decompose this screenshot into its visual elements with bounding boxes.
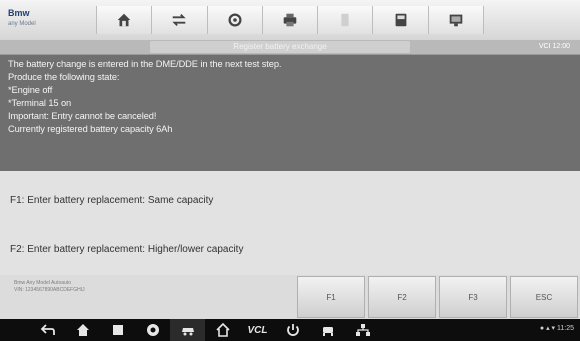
android-home-button[interactable]	[65, 319, 100, 341]
message-line: *Engine off	[8, 85, 53, 95]
f2-button[interactable]: F2	[368, 276, 436, 318]
options-list: F1: Enter battery replacement: Same capa…	[0, 171, 580, 275]
home-outline-icon	[215, 323, 230, 337]
settings-icon	[228, 13, 242, 27]
home-icon	[117, 13, 131, 27]
back-button[interactable]	[30, 319, 65, 341]
function-key-bar: Bmw Any Model Autoauto VIN: 1234567890AB…	[0, 275, 580, 319]
title-bar: Register battery exchange VCI 12:00	[0, 40, 580, 55]
brand-name: Bmw	[8, 8, 30, 18]
browser-button[interactable]	[135, 319, 170, 341]
vehicle-info: Bmw Any Model Autoauto VIN: 1234567890AB…	[14, 280, 174, 294]
message-line: Currently registered battery capacity 6A…	[8, 124, 173, 134]
nav-icons: VCL	[30, 319, 380, 341]
vehicle-home-button[interactable]	[205, 319, 240, 341]
message-line: The battery change is entered in the DME…	[8, 59, 282, 69]
back-icon	[40, 324, 55, 335]
vehicle-info-line: VIN: 1234567890ABCDEFGHIJ	[14, 287, 85, 293]
brand-model: any Model	[8, 21, 36, 27]
vehicle-swap-icon	[172, 13, 187, 27]
car-front-icon	[322, 327, 333, 336]
home-button[interactable]	[96, 6, 153, 34]
network-button[interactable]	[345, 319, 380, 341]
data-logging-icon	[449, 14, 463, 27]
save-icon	[395, 13, 406, 27]
power-button[interactable]	[275, 319, 310, 341]
option-label: F2: Enter battery replacement: Higher/lo…	[10, 243, 244, 255]
car-icon	[181, 328, 194, 336]
message-line: *Terminal 15 on	[8, 98, 72, 108]
save-button[interactable]	[373, 6, 429, 34]
esc-button[interactable]: ESC	[510, 276, 578, 318]
f3-button[interactable]: F3	[439, 276, 507, 318]
message-line: Important: Entry cannot be canceled!	[8, 111, 157, 121]
vcl-label: VCL	[247, 324, 268, 336]
vehicle-info-line: Bmw Any Model Autoauto	[14, 280, 71, 286]
print-icon	[283, 13, 297, 27]
toolbar-buttons	[96, 6, 484, 34]
function-keys: F1 F2 F3 ESC	[294, 276, 578, 318]
diagnostic-screen: Bmw any Model Register battery exchange …	[0, 0, 580, 341]
recent-apps-icon	[112, 325, 123, 335]
vcl-button[interactable]: VCL	[240, 319, 275, 341]
f1-button[interactable]: F1	[297, 276, 365, 318]
instruction-message: The battery change is entered in the DME…	[0, 55, 580, 171]
top-toolbar: Bmw any Model	[0, 0, 580, 41]
browser-icon	[146, 324, 159, 336]
car-menu-button[interactable]	[310, 319, 345, 341]
data-logging-button[interactable]	[428, 6, 484, 34]
option-label: F1: Enter battery replacement: Same capa…	[10, 194, 214, 206]
page-title: Register battery exchange	[150, 41, 410, 53]
diagnostics-app-button[interactable]	[170, 319, 205, 341]
system-nav-bar: VCL ● ▴ ▾ 11:25	[0, 319, 580, 341]
home-icon	[76, 324, 89, 336]
help-icon	[341, 13, 349, 27]
recent-apps-button[interactable]	[100, 319, 135, 341]
vehicle-brand: Bmw any Model	[8, 8, 78, 34]
network-icon	[355, 324, 370, 336]
option-different-capacity[interactable]: F2: Enter battery replacement: Higher/lo…	[0, 234, 580, 264]
vehicle-swap-button[interactable]	[152, 6, 208, 34]
vci-status: VCI 12:00	[538, 43, 570, 50]
message-line: Produce the following state:	[8, 72, 120, 82]
system-status: ● ▴ ▾ 11:25	[539, 325, 574, 332]
help-button[interactable]	[318, 6, 374, 34]
print-button[interactable]	[262, 6, 319, 34]
power-icon	[286, 324, 299, 336]
option-same-capacity[interactable]: F1: Enter battery replacement: Same capa…	[0, 185, 580, 215]
settings-button[interactable]	[207, 6, 263, 34]
